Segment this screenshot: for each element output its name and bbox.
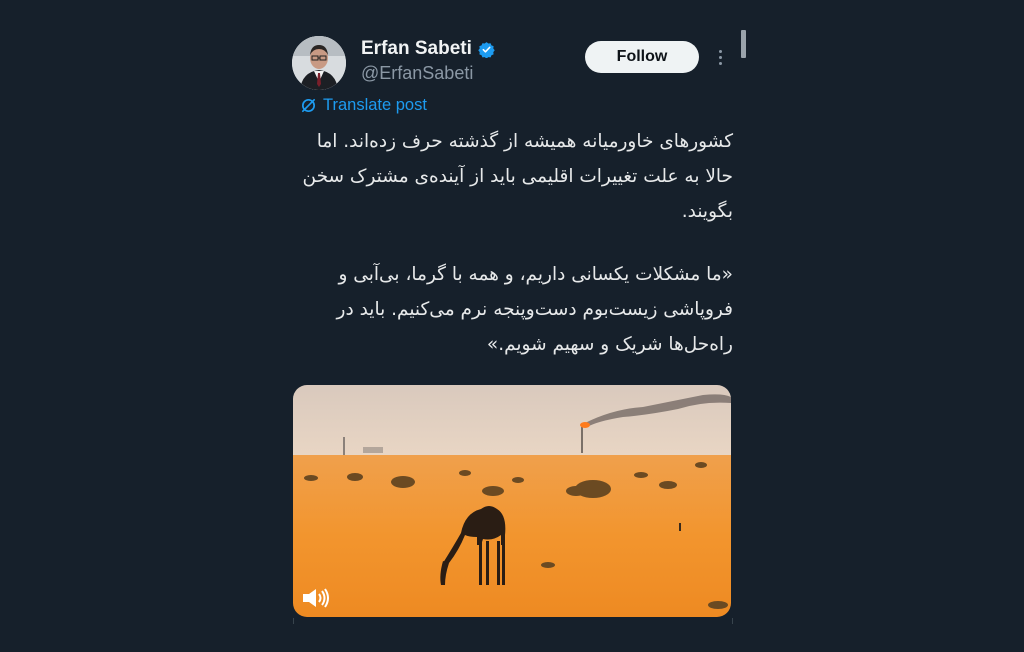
more-vertical-icon[interactable] — [712, 44, 728, 70]
volume-icon[interactable] — [301, 587, 331, 609]
avatar-photo — [292, 36, 346, 90]
video-frame — [293, 385, 731, 617]
translate-post-label[interactable]: Translate post — [323, 96, 427, 115]
media-border — [293, 618, 733, 624]
post-paragraph-2: «ما مشکلات یکسانی داریم، و همه با گرما، … — [336, 264, 733, 355]
follow-button[interactable]: Follow — [585, 41, 699, 73]
avatar[interactable] — [292, 36, 346, 90]
post-video[interactable] — [293, 385, 731, 617]
post-paragraph-1: کشورهای خاورمیانه همیشه از گذشته حرف زده… — [302, 131, 733, 222]
translate-post-link[interactable]: Translate post — [300, 96, 427, 115]
author-name-row[interactable]: Erfan Sabeti — [361, 38, 495, 60]
verified-badge-icon — [478, 41, 495, 58]
post-text: کشورهای خاورمیانه همیشه از گذشته حرف زده… — [292, 124, 733, 362]
author-name[interactable]: Erfan Sabeti — [361, 38, 472, 60]
scrollbar-thumb[interactable] — [741, 30, 746, 58]
translate-icon — [301, 98, 316, 113]
author-handle[interactable]: @ErfanSabeti — [361, 63, 473, 84]
tweet-card: Erfan Sabeti @ErfanSabeti Follow Transla… — [292, 30, 734, 630]
